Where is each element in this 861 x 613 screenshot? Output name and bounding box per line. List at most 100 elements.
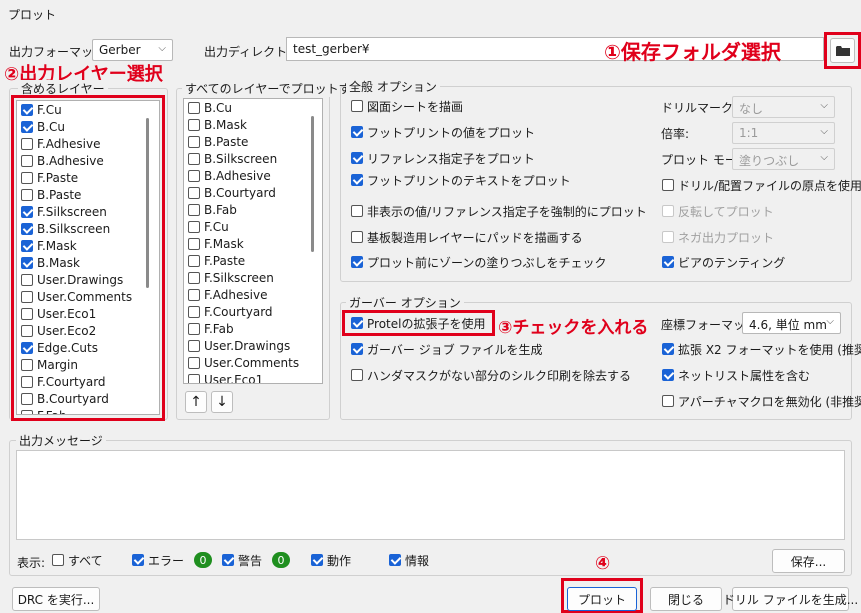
checkbox-unchecked-icon[interactable]: [188, 135, 200, 148]
all-layer-list-item[interactable]: B.Cu: [184, 99, 322, 116]
checkbox-checked-icon[interactable]: [21, 341, 33, 354]
layer-list-item[interactable]: F.Silkscreen: [17, 203, 159, 220]
layer-list-item[interactable]: User.Comments: [17, 288, 159, 305]
layer-list-item[interactable]: F.Paste: [17, 169, 159, 186]
include-layers-scrollbar[interactable]: [146, 118, 149, 288]
checkbox-checked-icon[interactable]: [351, 126, 363, 138]
all-layer-list-item[interactable]: B.Courtyard: [184, 184, 322, 201]
message-filter[interactable]: 情報: [389, 551, 429, 569]
checkbox-unchecked-icon[interactable]: [351, 231, 363, 243]
checkbox-unchecked-icon[interactable]: [21, 273, 33, 286]
general-option[interactable]: フットプリントの値をプロット: [351, 123, 535, 141]
checkbox-unchecked-icon[interactable]: [188, 322, 200, 335]
message-filter[interactable]: 警告 0: [222, 551, 291, 569]
checkbox-unchecked-icon[interactable]: [21, 188, 33, 201]
checkbox-unchecked-icon[interactable]: [188, 373, 200, 383]
layer-list-item[interactable]: B.Courtyard: [17, 390, 159, 407]
move-up-button[interactable]: ↑: [185, 391, 207, 413]
checkbox-checked-icon[interactable]: [662, 256, 674, 268]
checkbox-checked-icon[interactable]: [389, 554, 401, 566]
generate-drill-button[interactable]: ドリル ファイルを生成...: [723, 587, 858, 611]
layer-list-item[interactable]: User.Drawings: [17, 271, 159, 288]
checkbox-unchecked-icon[interactable]: [21, 290, 33, 303]
general-option[interactable]: 基板製造用レイヤーにパッドを描画する: [351, 228, 583, 246]
gerber-right-option[interactable]: アパーチャマクロを無効化 (非推奨): [662, 392, 861, 410]
checkbox-unchecked-icon[interactable]: [21, 392, 33, 405]
save-button[interactable]: 保存...: [772, 549, 845, 573]
all-layers-list[interactable]: B.Cu B.Mask B.Paste B.Silkscreen B.Adhesive B…: [183, 98, 323, 384]
scale-select[interactable]: 1:1 ⌵: [732, 122, 835, 144]
all-layer-list-item[interactable]: F.Paste: [184, 252, 322, 269]
checkbox-checked-icon[interactable]: [21, 222, 33, 235]
message-filter[interactable]: すべて: [52, 551, 103, 569]
all-layer-list-item[interactable]: F.Courtyard: [184, 303, 322, 320]
gerber-right-option[interactable]: 拡張 X2 フォーマットを使用 (推奨): [662, 340, 861, 358]
general-option[interactable]: 図面シートを描画: [351, 97, 463, 115]
close-button[interactable]: 閉じる: [650, 587, 722, 611]
checkbox-checked-icon[interactable]: [21, 103, 33, 116]
all-layer-list-item[interactable]: B.Mask: [184, 116, 322, 133]
checkbox-unchecked-icon[interactable]: [188, 152, 200, 165]
all-layer-list-item[interactable]: F.Adhesive: [184, 286, 322, 303]
gerber-option[interactable]: ハンダマスクがない部分のシルク印刷を除去する: [351, 366, 631, 384]
checkbox-unchecked-icon[interactable]: [21, 171, 33, 184]
checkbox-checked-icon[interactable]: [21, 120, 33, 133]
all-layer-list-item[interactable]: B.Fab: [184, 201, 322, 218]
gerber-option[interactable]: ガーバー ジョブ ファイルを生成: [351, 340, 543, 358]
include-layers-list[interactable]: F.Cu B.Cu F.Adhesive B.Adhesive F.Paste B.Pas…: [16, 100, 160, 415]
coord-format-select[interactable]: 4.6, 単位 mm ⌵: [742, 312, 841, 334]
checkbox-checked-icon[interactable]: [351, 343, 363, 355]
message-filter[interactable]: 動作: [311, 551, 351, 569]
layer-list-item[interactable]: User.Eco1: [17, 305, 159, 322]
all-layer-list-item[interactable]: F.Fab: [184, 320, 322, 337]
checkbox-unchecked-icon[interactable]: [52, 554, 64, 566]
checkbox-checked-icon[interactable]: [351, 256, 363, 268]
general-right-option[interactable]: ビアのテンティング: [662, 253, 785, 271]
run-drc-button[interactable]: DRC を実行...: [12, 587, 100, 611]
all-layer-list-item[interactable]: User.Comments: [184, 354, 322, 371]
gerber-option[interactable]: Protelの拡張子を使用: [351, 314, 485, 332]
checkbox-checked-icon[interactable]: [662, 343, 674, 355]
general-right-option[interactable]: ドリル/配置ファイルの原点を使用: [662, 176, 861, 194]
checkbox-unchecked-icon[interactable]: [188, 220, 200, 233]
layer-list-item[interactable]: F.Adhesive: [17, 135, 159, 152]
checkbox-checked-icon[interactable]: [222, 554, 234, 566]
checkbox-unchecked-icon[interactable]: [21, 307, 33, 320]
plot-button[interactable]: プロット: [567, 587, 637, 611]
gerber-right-option[interactable]: ネットリスト属性を含む: [662, 366, 810, 384]
all-layer-list-item[interactable]: F.Cu: [184, 218, 322, 235]
layer-list-item[interactable]: F.Courtyard: [17, 373, 159, 390]
layer-list-item[interactable]: Margin: [17, 356, 159, 373]
checkbox-unchecked-icon[interactable]: [188, 356, 200, 369]
layer-list-item[interactable]: B.Paste: [17, 186, 159, 203]
layer-list-item[interactable]: B.Silkscreen: [17, 220, 159, 237]
message-filter[interactable]: エラー 0: [132, 551, 213, 569]
move-down-button[interactable]: ↓: [211, 391, 233, 413]
general-option[interactable]: 非表示の値/リファレンス指定子を強制的にプロット: [351, 202, 647, 220]
all-layer-list-item[interactable]: User.Eco1: [184, 371, 322, 383]
checkbox-unchecked-icon[interactable]: [21, 154, 33, 167]
checkbox-unchecked-icon[interactable]: [21, 358, 33, 371]
drill-mark-select[interactable]: なし ⌵: [732, 96, 835, 118]
checkbox-checked-icon[interactable]: [132, 554, 144, 566]
checkbox-unchecked-icon[interactable]: [188, 186, 200, 199]
checkbox-unchecked-icon[interactable]: [188, 101, 200, 114]
all-layer-list-item[interactable]: F.Mask: [184, 235, 322, 252]
checkbox-unchecked-icon[interactable]: [662, 179, 674, 191]
checkbox-checked-icon[interactable]: [21, 205, 33, 218]
checkbox-unchecked-icon[interactable]: [21, 137, 33, 150]
checkbox-unchecked-icon[interactable]: [188, 169, 200, 182]
checkbox-unchecked-icon[interactable]: [21, 409, 33, 414]
layer-list-item[interactable]: User.Eco2: [17, 322, 159, 339]
checkbox-checked-icon[interactable]: [311, 554, 323, 566]
checkbox-checked-icon[interactable]: [351, 152, 363, 164]
layer-list-item[interactable]: F.Cu: [17, 101, 159, 118]
checkbox-checked-icon[interactable]: [662, 369, 674, 381]
checkbox-unchecked-icon[interactable]: [351, 369, 363, 381]
general-option[interactable]: リファレンス指定子をプロット: [351, 149, 535, 167]
checkbox-unchecked-icon[interactable]: [188, 339, 200, 352]
checkbox-unchecked-icon[interactable]: [662, 395, 674, 407]
checkbox-unchecked-icon[interactable]: [662, 231, 674, 243]
checkbox-unchecked-icon[interactable]: [188, 203, 200, 216]
checkbox-unchecked-icon[interactable]: [662, 205, 674, 217]
